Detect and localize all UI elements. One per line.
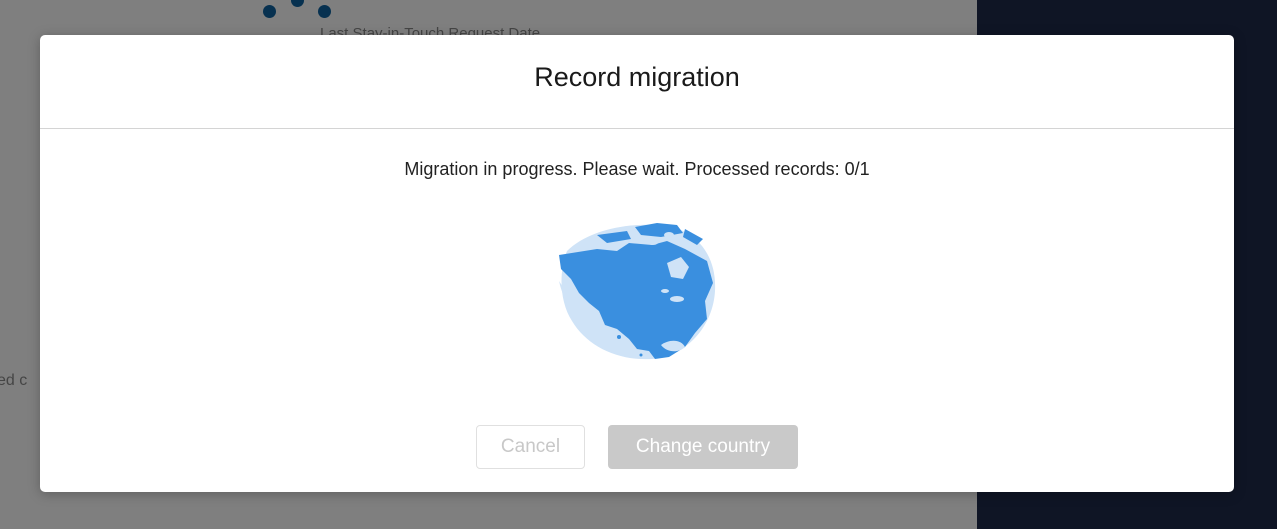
cancel-button[interactable]: Cancel — [476, 425, 585, 469]
record-migration-dialog: Record migration Migration in progress. … — [40, 35, 1234, 492]
dialog-header: Record migration — [40, 35, 1234, 129]
change-country-button[interactable]: Change country — [608, 425, 798, 469]
globe-north-america-icon — [559, 223, 716, 360]
migration-status: Migration in progress. Please wait. Proc… — [404, 159, 870, 179]
dialog-title: Record migration — [534, 62, 740, 92]
